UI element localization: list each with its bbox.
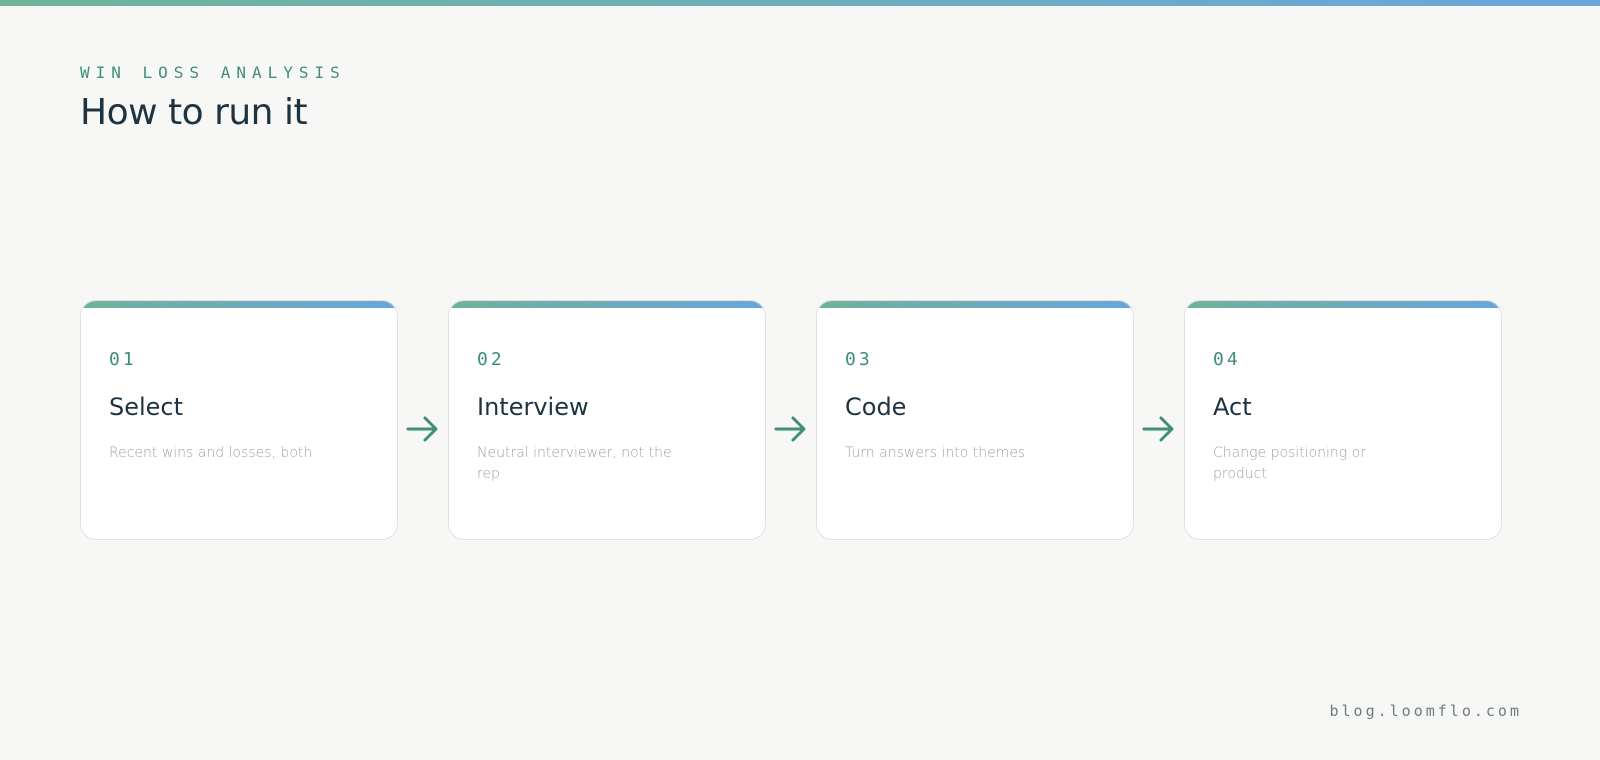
step-description: Turn answers into themes	[845, 445, 1026, 461]
step-number: 02	[477, 349, 505, 370]
page-title: How to run it	[80, 92, 308, 133]
step-number: 04	[1213, 349, 1241, 370]
step-card-interview: 02 Interview Neutral interviewer, not th…	[448, 300, 766, 540]
step-number: 01	[109, 349, 137, 370]
eyebrow-label: WIN LOSS ANALYSIS	[80, 63, 346, 82]
arrow-right-icon	[1134, 409, 1184, 449]
step-card-select: 01 Select Recent wins and losses, both	[80, 300, 398, 540]
card-accent-bar	[449, 301, 765, 308]
card-accent-bar	[81, 301, 397, 308]
card-accent-bar	[817, 301, 1133, 308]
top-gradient-bar	[0, 0, 1600, 6]
step-number: 03	[845, 349, 873, 370]
arrow-right-icon	[398, 409, 448, 449]
process-steps: 01 Select Recent wins and losses, both 0…	[80, 300, 1502, 540]
step-title: Interview	[477, 393, 589, 421]
step-title: Code	[845, 393, 907, 421]
step-card-act: 04 Act Change positioning or product	[1184, 300, 1502, 540]
footer-url[interactable]: blog.loomflo.com	[1330, 702, 1523, 720]
step-card-code: 03 Code Turn answers into themes	[816, 300, 1134, 540]
step-title: Act	[1213, 393, 1252, 421]
step-description: Change positioning or product	[1213, 445, 1366, 482]
arrow-right-icon	[766, 409, 816, 449]
step-description: Neutral interviewer, not the rep	[477, 445, 672, 482]
step-description: Recent wins and losses, both	[109, 445, 313, 461]
step-title: Select	[109, 393, 184, 421]
card-accent-bar	[1185, 301, 1501, 308]
